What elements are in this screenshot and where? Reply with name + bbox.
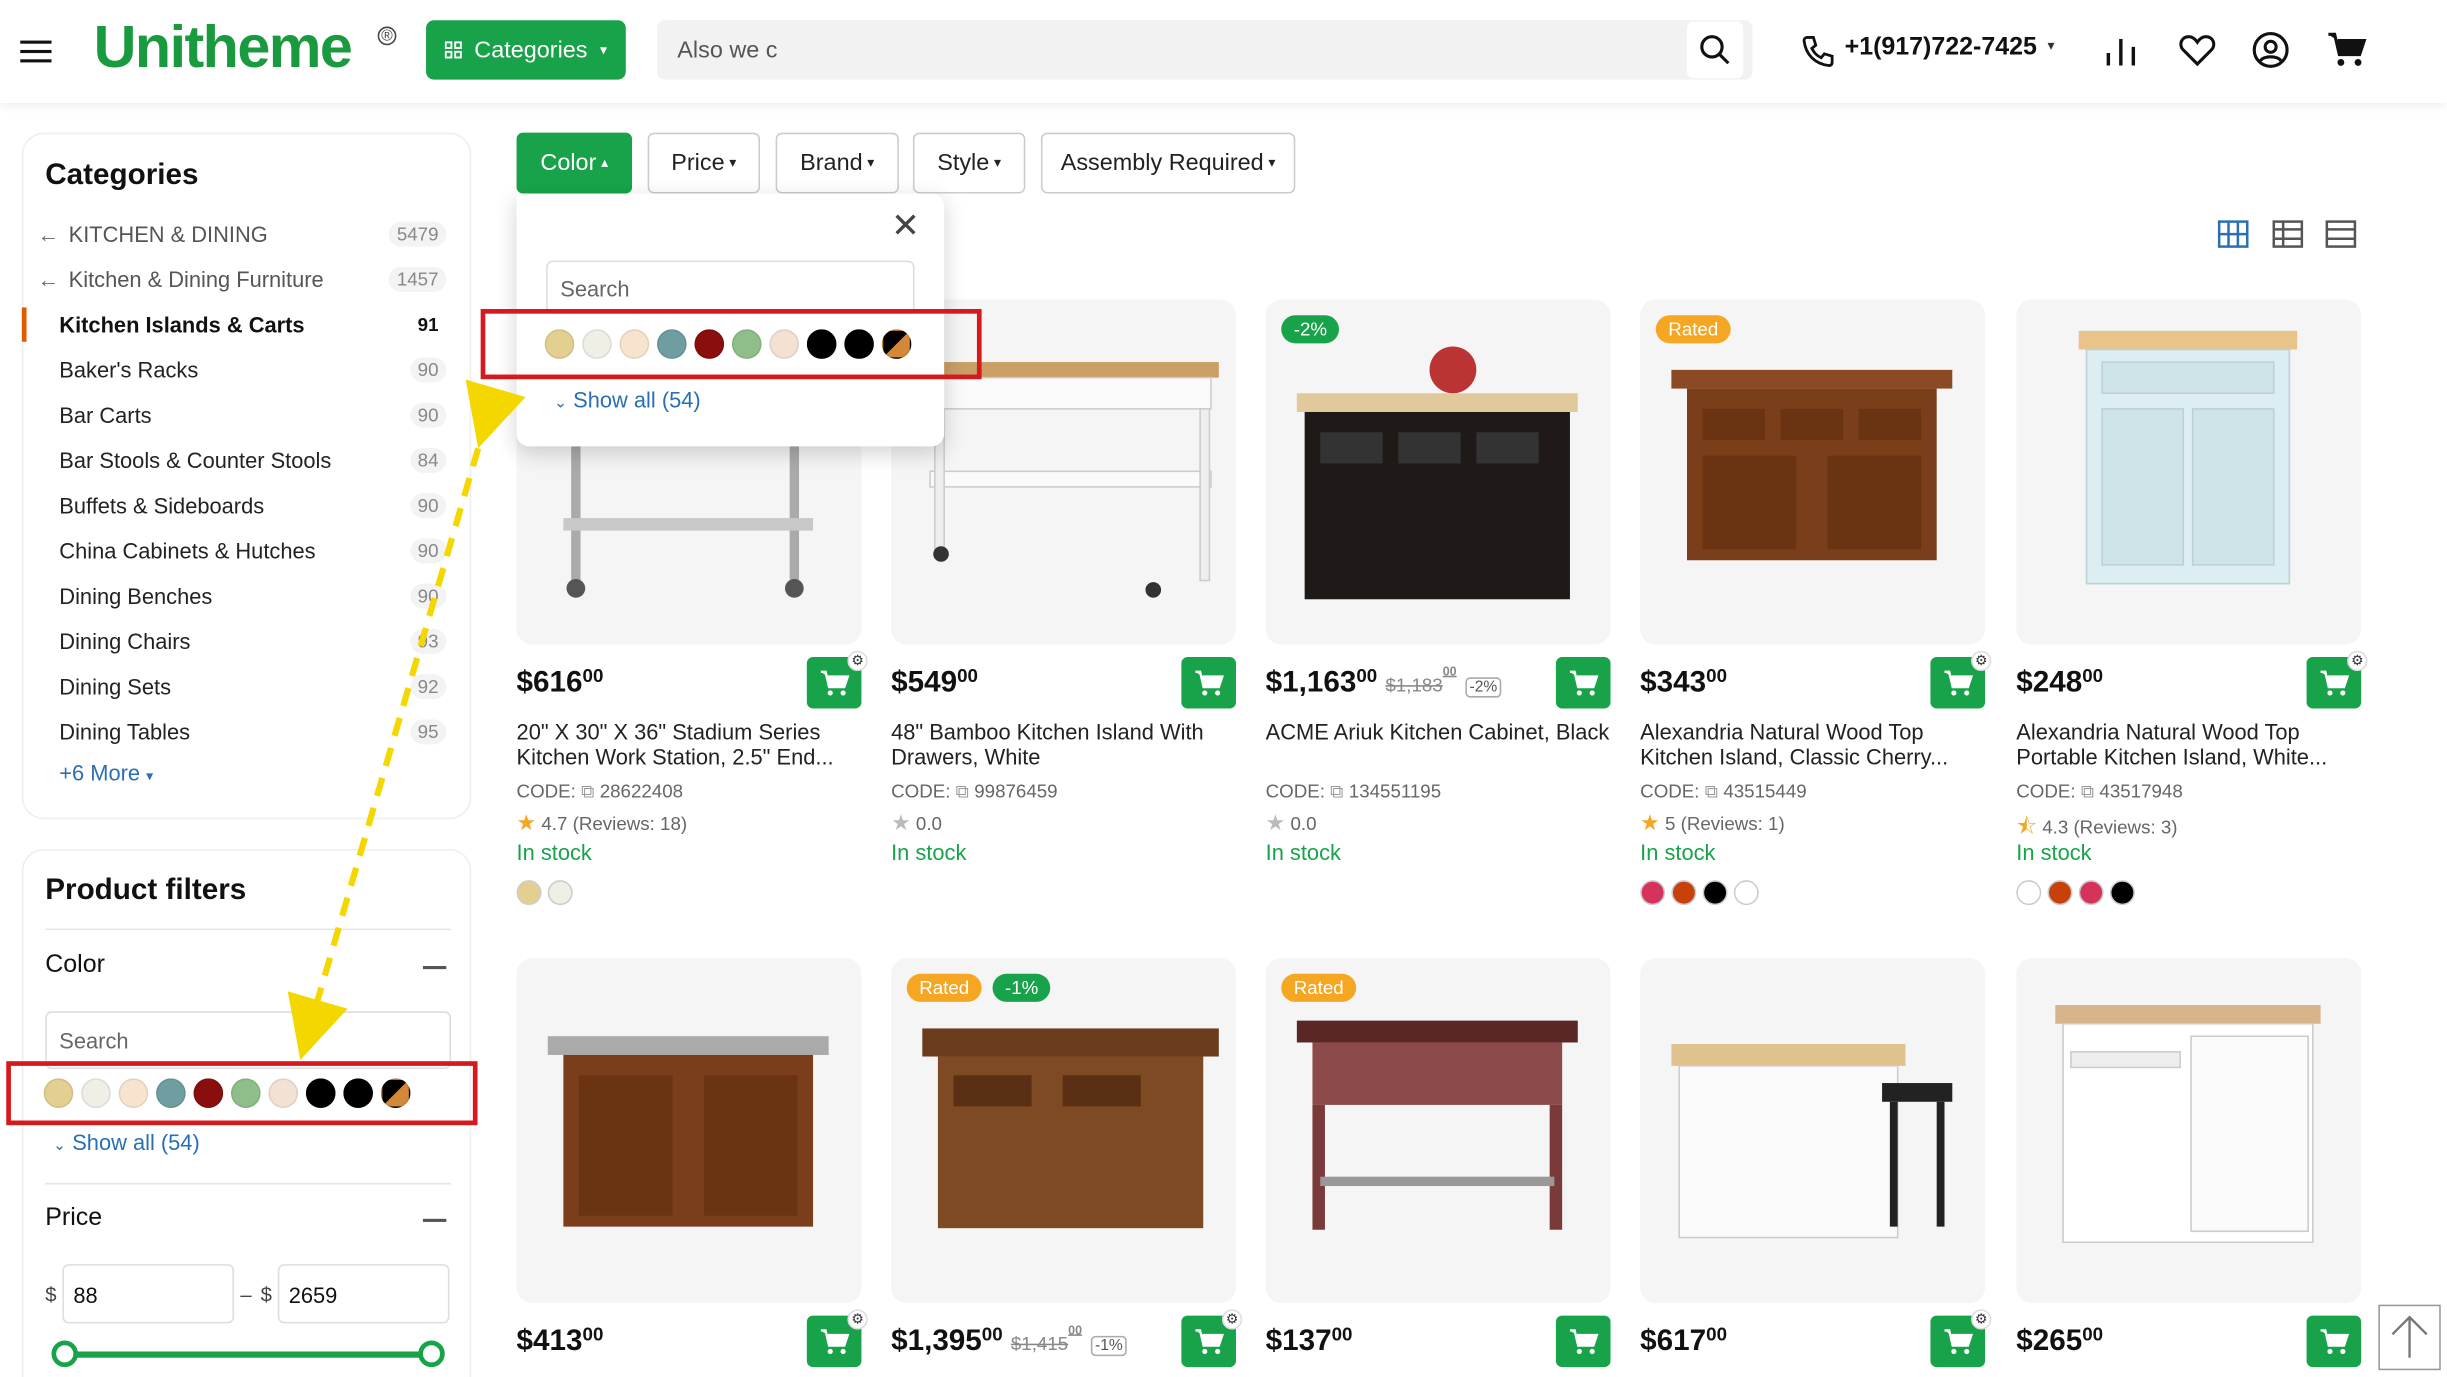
arrow-up-icon — [2391, 1315, 2428, 1358]
scroll-top-button[interactable] — [2378, 1304, 2441, 1371]
annotation-arrow — [287, 379, 526, 1060]
